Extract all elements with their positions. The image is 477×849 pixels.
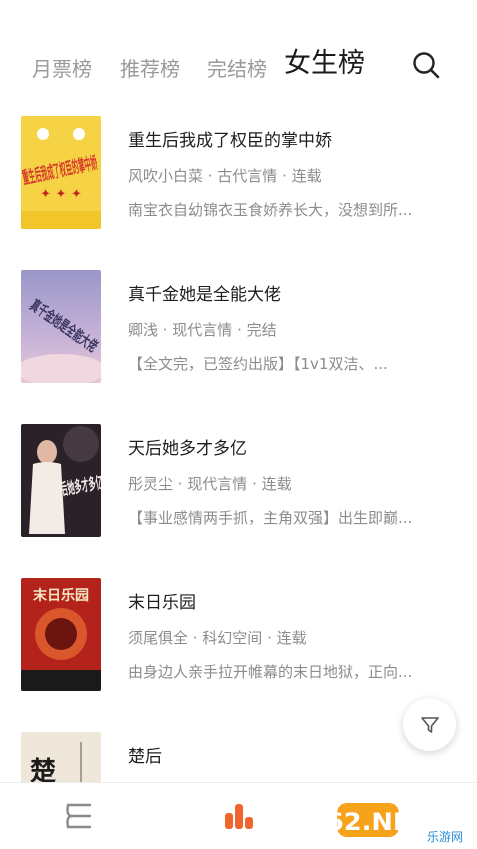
list-item[interactable]: 真千金她是全能大佬 真千金她是全能大佬 卿浅 · 现代言情 · 完结 【全文完，… [0, 267, 477, 387]
book-desc: 【事业感情两手抓，主角双强】出生即巅... [128, 509, 413, 527]
book-title[interactable]: 楚后 [128, 742, 162, 767]
book-desc: 由身边人亲手拉开帷幕的末日地狱，正向... [128, 663, 413, 681]
list-item[interactable]: 重生后我成了权臣的掌中娇 ✦ ✦ ✦ 重生后我成了权臣的掌中娇 风吹小白菜 · … [0, 113, 477, 233]
cover-text: 末日乐园 [33, 587, 89, 604]
book-cover[interactable]: 真千金她是全能大佬 [21, 270, 101, 383]
rank-tabs: 月票榜 推荐榜 完结榜 女生榜 [0, 42, 477, 92]
book-meta: 须尾俱全 · 科幻空间 · 连载 [128, 629, 307, 647]
book-title[interactable]: 重生后我成了权臣的掌中娇 [128, 126, 332, 151]
book-desc: 【全文完，已签约出版】【1v1双洁、... [128, 355, 388, 373]
watermark-brand: 962.NET [335, 808, 429, 836]
tab-completed[interactable]: 完结榜 [207, 53, 267, 82]
filter-icon [420, 716, 439, 733]
book-title[interactable]: 真千金她是全能大佬 [128, 280, 281, 305]
watermark-sub: 乐游网 [427, 830, 463, 843]
book-title[interactable]: 末日乐园 [128, 588, 196, 613]
book-cover[interactable]: 重生后我成了权臣的掌中娇 ✦ ✦ ✦ [21, 116, 101, 229]
search-icon[interactable] [411, 50, 441, 80]
book-title[interactable]: 天后她多才多亿 [128, 434, 247, 459]
tab-recommend[interactable]: 推荐榜 [120, 53, 180, 82]
filter-button[interactable] [403, 698, 456, 751]
tab-monthly-ticket[interactable]: 月票榜 [32, 53, 92, 82]
list-item[interactable]: 末日乐园 末日乐园 须尾俱全 · 科幻空间 · 连载 由身边人亲手拉开帷幕的末日… [0, 575, 477, 695]
book-cover[interactable]: 天后她多才多亿 [21, 424, 101, 537]
list-item[interactable]: 天后她多才多亿 天后她多才多亿 彤灵尘 · 现代言情 · 连载 【事业感情两手抓… [0, 421, 477, 541]
bottom-nav: 962.NET 乐游网 [0, 782, 477, 849]
book-meta: 风吹小白菜 · 古代言情 · 连载 [128, 167, 322, 185]
rank-icon[interactable] [222, 801, 256, 831]
book-desc: 南宝衣自幼锦衣玉食娇养长大，没想到所... [128, 201, 413, 219]
book-meta: 卿浅 · 现代言情 · 完结 [128, 321, 277, 339]
tab-female[interactable]: 女生榜 [284, 41, 365, 80]
svg-text:✦ ✦ ✦: ✦ ✦ ✦ [40, 187, 82, 202]
watermark-logo: 962.NET 乐游网 [308, 799, 469, 844]
bookshelf-icon[interactable] [63, 801, 97, 831]
book-meta: 彤灵尘 · 现代言情 · 连载 [128, 475, 292, 493]
book-cover[interactable]: 末日乐园 [21, 578, 101, 691]
